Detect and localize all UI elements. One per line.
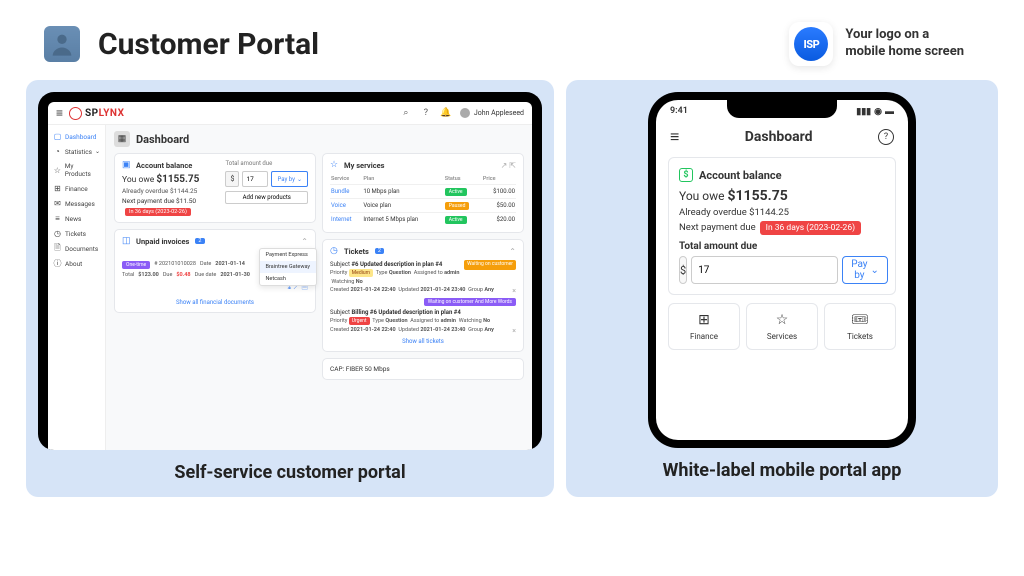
tickets-icon: ◷ — [53, 229, 62, 238]
close-icon[interactable]: × — [512, 326, 516, 337]
menu-icon[interactable]: ≡ — [670, 127, 679, 147]
due-badge: In 36 days (2023-02-26) — [760, 221, 861, 235]
sidebar-item-statistics[interactable]: ◔Statistics⌄ — [48, 144, 105, 159]
balance-icon: ▣ — [122, 160, 132, 170]
balance-icon — [679, 168, 693, 182]
help-icon[interactable]: ? — [878, 129, 894, 145]
due-badge: In 36 days (2023-02-26) — [125, 208, 191, 216]
sidebar-item-tickets[interactable]: ◷Tickets — [48, 226, 105, 241]
add-products-button[interactable]: Add new products — [225, 191, 308, 204]
services-icon: ☆ — [776, 312, 789, 328]
amount-input[interactable] — [242, 171, 268, 187]
card-services: ☆My services↗ ⇱ ServicePlanStatusPrice B… — [322, 153, 524, 233]
caption-left: Self-service customer portal — [174, 462, 405, 483]
search-icon[interactable]: ⌕ — [400, 107, 412, 119]
news-icon: ≡ — [53, 214, 62, 223]
close-icon[interactable]: × — [512, 286, 516, 297]
avatar — [44, 26, 80, 62]
sidebar-item-documents[interactable]: 🗎Documents — [48, 241, 105, 256]
page-title: Dashboard — [136, 133, 189, 146]
tile-services[interactable]: ☆Services — [746, 303, 818, 350]
card-cap: CAP: FIBER 50 Mbps — [322, 358, 524, 380]
sidebar-item-finance[interactable]: ⊞Finance — [48, 181, 105, 196]
sidebar-item-dashboard[interactable]: ▢Dashboard — [48, 129, 105, 144]
tablet-frame: ≡ SPLYNX ⌕ ? 🔔 John Appleseed — [38, 92, 542, 450]
currency-box: $ — [679, 256, 687, 284]
table-row[interactable]: InternetInternet 5 Mbps planActive$20.00 — [330, 213, 516, 227]
products-icon: ☆ — [53, 166, 62, 175]
table-row[interactable]: VoiceVoice planPaused$50.00 — [330, 199, 516, 213]
messages-icon: ✉ — [53, 199, 62, 208]
caption-right: White-label mobile portal app — [663, 460, 902, 481]
topbar: ≡ SPLYNX ⌕ ? 🔔 John Appleseed — [48, 102, 532, 125]
about-icon: ⓘ — [53, 259, 62, 268]
tickets-icon: 🎟 — [851, 312, 869, 328]
hero-title: Customer Portal — [98, 27, 319, 62]
help-icon[interactable]: ? — [420, 107, 432, 119]
sidebar-item-products[interactable]: ☆My Products — [48, 159, 105, 181]
pay-by-button[interactable]: Pay by ⌄ — [271, 171, 308, 187]
show-all-financial-link[interactable]: Show all financial documents — [122, 299, 308, 306]
logo-callout: ISP Your logo on amobile home screen — [789, 22, 964, 66]
bell-icon[interactable]: 🔔 — [440, 107, 452, 119]
isp-logo: ISP — [789, 22, 833, 66]
currency-box: $ — [225, 171, 239, 187]
invoice-icon: ◫ — [122, 236, 132, 246]
star-icon: ☆ — [330, 160, 340, 170]
battery-icon: ▬ — [885, 106, 894, 117]
chevron-down-icon: ⌄ — [871, 265, 879, 276]
tile-tickets[interactable]: 🎟Tickets — [824, 303, 896, 350]
amount-input[interactable] — [691, 256, 838, 284]
ticket-item[interactable]: Subject #6 Updated description in plan #… — [330, 260, 516, 294]
statistics-icon: ◔ — [53, 147, 62, 156]
card-tickets: ◷Tickets2⌃ Subject #6 Updated descriptio… — [322, 239, 524, 352]
payopt-braintree[interactable]: Braintree Gateway — [260, 261, 317, 273]
dashboard-head-icon: ▦ — [114, 131, 130, 147]
ticket-icon: ◷ — [330, 246, 340, 256]
table-row[interactable]: Bundle10 Mbps planActive$100.00 — [330, 185, 516, 199]
payment-dropdown: Payment Express Braintree Gateway Netcas… — [259, 248, 318, 286]
pay-by-button[interactable]: Pay by ⌄ — [842, 256, 888, 284]
finance-icon: ⊞ — [698, 312, 710, 328]
sidebar-item-news[interactable]: ≡News — [48, 211, 105, 226]
brand-logo: SPLYNX — [69, 107, 124, 120]
wifi-icon: ◉ — [874, 107, 882, 117]
chevron-down-icon: ⌄ — [297, 176, 302, 183]
page-title: Dashboard — [745, 129, 813, 145]
panel-desktop: ≡ SPLYNX ⌕ ? 🔔 John Appleseed — [26, 80, 554, 497]
signal-icon: ▮▮▮ — [856, 107, 871, 117]
documents-icon: 🗎 — [53, 244, 62, 253]
ticket-item[interactable]: Subject Billing #6 Updated description i… — [330, 308, 516, 334]
sidebar-item-about[interactable]: ⓘAbout — [48, 256, 105, 271]
collapse-icon[interactable]: ⌃ — [301, 237, 308, 246]
card-unpaid-invoices: ◫Unpaid invoices2⌃ Partially paid One-ti… — [114, 229, 316, 313]
collapse-icon[interactable]: ⌃ — [509, 247, 516, 256]
dashboard-icon: ▢ — [53, 132, 62, 141]
phone-frame: 9:41 ▮▮▮◉▬ ≡ Dashboard ? Account balance… — [648, 92, 916, 448]
user-avatar-icon — [460, 108, 470, 118]
sidebar: ▢Dashboard ◔Statistics⌄ ☆My Products ⊞Fi… — [48, 125, 106, 450]
card-account-balance: Account balance You owe $1155.75 Already… — [668, 157, 896, 295]
panel-mobile: 9:41 ▮▮▮◉▬ ≡ Dashboard ? Account balance… — [566, 80, 998, 497]
card-account-balance: ▣Account balance You owe $1155.75 Alread… — [114, 153, 316, 223]
payopt-express[interactable]: Payment Express — [260, 249, 317, 261]
payopt-netcash[interactable]: Netcash — [260, 273, 317, 285]
sidebar-item-messages[interactable]: ✉Messages — [48, 196, 105, 211]
menu-icon[interactable]: ≡ — [56, 106, 63, 120]
popout-icon[interactable]: ↗ ⇱ — [501, 161, 516, 170]
user-chip[interactable]: John Appleseed — [460, 108, 524, 118]
finance-icon: ⊞ — [53, 184, 62, 193]
tile-finance[interactable]: ⊞Finance — [668, 303, 740, 350]
show-all-tickets-link[interactable]: Show all tickets — [330, 338, 516, 345]
